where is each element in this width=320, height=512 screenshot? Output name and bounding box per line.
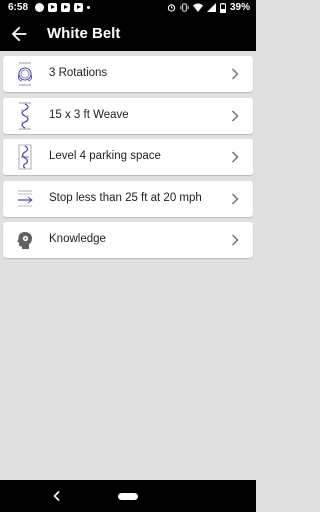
list-item-rotations[interactable]: 3 Rotations (3, 56, 253, 92)
app-bar: White Belt (0, 16, 256, 51)
back-arrow-icon[interactable] (8, 23, 30, 45)
weave-diagram-icon (19, 102, 31, 129)
chevron-right-icon (231, 151, 239, 163)
status-time: 6:58 (8, 2, 29, 13)
wifi-icon (192, 3, 203, 12)
system-nav-bar (0, 480, 256, 512)
nav-home-pill[interactable] (118, 493, 138, 500)
list-item-label: 3 Rotations (49, 67, 108, 79)
chevron-right-icon (231, 68, 239, 80)
list-item-label: Level 4 parking space (49, 150, 161, 162)
parking-diagram-icon (18, 144, 32, 170)
youtube-icon (48, 3, 57, 12)
knowledge-head-icon (17, 232, 32, 249)
battery-percent: 39% (229, 2, 250, 13)
youtube-icon (61, 3, 70, 12)
list-item-label: Stop less than 25 ft at 20 mph (49, 191, 202, 204)
more-notifications-icon (87, 6, 90, 9)
chevron-right-icon (231, 109, 239, 122)
belt-item-list: 3 Rotations 15 x 3 ft Weave Level 4 park… (3, 56, 253, 264)
notification-icons (35, 3, 90, 12)
app-notification-icon (35, 3, 44, 12)
vibrate-icon (180, 3, 189, 12)
list-item-label: 15 x 3 ft Weave (49, 108, 129, 121)
battery-icon (219, 2, 226, 13)
rotations-diagram-icon (18, 62, 32, 86)
page-title: White Belt (47, 25, 121, 42)
signal-icon (206, 3, 216, 12)
chevron-right-icon (231, 192, 239, 205)
system-icons: 39% (167, 2, 250, 13)
status-bar: 6:58 39% (0, 0, 256, 16)
list-item-stop[interactable]: Stop less than 25 ft at 20 mph (3, 180, 253, 217)
stop-diagram-icon (18, 190, 33, 206)
chevron-right-icon (231, 234, 239, 246)
nav-back-icon[interactable] (52, 490, 62, 502)
list-item-label: Knowledge (49, 233, 106, 245)
youtube-icon (74, 3, 83, 12)
list-item-knowledge[interactable]: Knowledge (3, 222, 253, 258)
alarm-icon (167, 4, 176, 12)
list-item-parking[interactable]: Level 4 parking space (3, 139, 253, 175)
list-item-weave[interactable]: 15 x 3 ft Weave (3, 97, 253, 134)
